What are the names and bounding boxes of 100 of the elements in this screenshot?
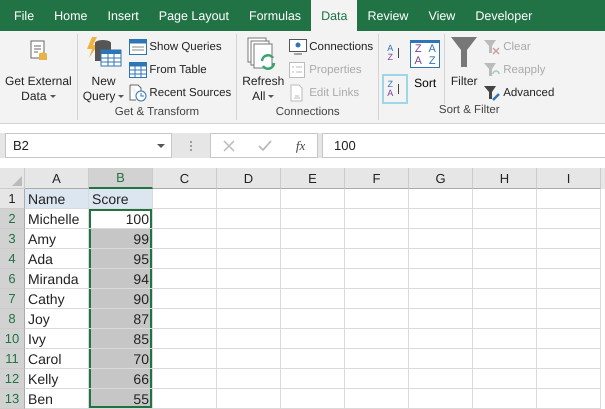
- empty-cell: [537, 209, 601, 229]
- table-cell: 85: [89, 329, 153, 349]
- column-header[interactable]: F: [345, 168, 409, 189]
- column-header[interactable]: I: [537, 168, 601, 189]
- empty-cell: [345, 229, 409, 249]
- ribbon-button[interactable]: Get External Data: [3, 34, 74, 120]
- ribbon-button[interactable]: Refresh All: [240, 34, 286, 106]
- empty-cell: [281, 349, 345, 369]
- table-cell: Score: [89, 189, 153, 209]
- funnel-clear-icon: [483, 38, 502, 54]
- column-header[interactable]: H: [473, 168, 537, 189]
- empty-cell: [473, 189, 537, 209]
- empty-cell: [537, 229, 601, 249]
- check-icon[interactable]: [258, 140, 272, 152]
- ribbon-button[interactable]: Recent Sources: [127, 82, 234, 103]
- formula-input[interactable]: 100: [322, 133, 605, 158]
- ribbon-tab[interactable]: Data: [311, 0, 358, 31]
- empty-cell: [409, 389, 473, 409]
- empty-cell: [409, 269, 473, 289]
- empty-cell: [345, 249, 409, 269]
- empty-cell: [537, 329, 601, 349]
- empty-cell: [217, 349, 281, 369]
- ribbon-button[interactable]: Filter: [448, 34, 480, 104]
- empty-cell: [281, 269, 345, 289]
- group-label: Connections: [274, 106, 341, 120]
- empty-cell: [409, 369, 473, 389]
- ribbon-button[interactable]: Advanced: [481, 82, 556, 103]
- empty-cell: [409, 309, 473, 329]
- name-box[interactable]: B2: [5, 133, 172, 158]
- empty-cell: [537, 369, 601, 389]
- empty-cell: [537, 289, 601, 309]
- empty-cell: [537, 309, 601, 329]
- group-label: Sort & Filter: [438, 104, 501, 118]
- row-header[interactable]: 6: [0, 269, 25, 289]
- ribbon-button[interactable]: From Table: [127, 59, 234, 80]
- empty-cell: [409, 329, 473, 349]
- empty-cell: [409, 289, 473, 309]
- row-header[interactable]: 11: [0, 349, 25, 369]
- empty-cell: [217, 289, 281, 309]
- empty-cell: [345, 289, 409, 309]
- empty-cell: [281, 389, 345, 409]
- row-header[interactable]: 13: [0, 389, 25, 409]
- funnel-pencil-icon: [483, 84, 502, 100]
- empty-cell: [473, 309, 537, 329]
- empty-cell: [281, 329, 345, 349]
- column-header[interactable]: D: [217, 168, 281, 189]
- ribbon-tab[interactable]: Formulas: [238, 0, 312, 31]
- empty-cell: [473, 369, 537, 389]
- row-header[interactable]: 3: [0, 229, 25, 249]
- empty-cell: [537, 269, 601, 289]
- caret-icon: [157, 144, 165, 148]
- ribbon-tab[interactable]: Insert: [98, 0, 149, 31]
- ribbon-tab[interactable]: View: [418, 0, 466, 31]
- column-header[interactable]: G: [409, 168, 473, 189]
- row-header[interactable]: 10: [0, 329, 25, 349]
- ribbon-tab[interactable]: Home: [44, 0, 98, 31]
- ribbon-tab[interactable]: Developer: [465, 0, 542, 31]
- row-header[interactable]: 8: [0, 309, 25, 329]
- row-header[interactable]: 1: [0, 189, 25, 209]
- ribbon-tab[interactable]: Page Layout: [148, 0, 239, 31]
- column-header[interactable]: E: [281, 168, 345, 189]
- empty-cell: [345, 389, 409, 409]
- empty-cell: [473, 209, 537, 229]
- ribbon-tab[interactable]: Review: [357, 0, 418, 31]
- sort-button[interactable]: Z A: [382, 74, 408, 104]
- ribbon-button[interactable]: New Query: [80, 34, 126, 106]
- insert-function-button[interactable]: fx: [296, 138, 306, 154]
- empty-cell: [473, 289, 537, 309]
- group-label: Get & Transform: [114, 106, 200, 120]
- table-cell: 87: [89, 309, 153, 329]
- funnel-refresh-icon: [483, 62, 502, 78]
- empty-cell: [281, 369, 345, 389]
- empty-cell: [345, 269, 409, 289]
- empty-cell: [345, 309, 409, 329]
- ribbon-button[interactable]: Show Queries: [127, 36, 234, 57]
- empty-cell: [473, 249, 537, 269]
- empty-cell: [345, 329, 409, 349]
- table-cell: 66: [89, 369, 153, 389]
- monitor-icon: [289, 38, 308, 54]
- ribbon-button[interactable]: Connections: [287, 36, 376, 57]
- empty-cell: [409, 229, 473, 249]
- table-icon: [129, 62, 148, 78]
- empty-cell: [409, 249, 473, 269]
- column-header[interactable]: B: [89, 168, 153, 189]
- row-header[interactable]: 7: [0, 289, 25, 309]
- sort-button[interactable]: A Z: [382, 38, 408, 68]
- row-header[interactable]: 12: [0, 369, 25, 389]
- ribbon-tab[interactable]: File: [4, 0, 44, 31]
- row-header[interactable]: 2: [0, 209, 25, 229]
- list-icon: [289, 62, 308, 78]
- empty-cell: [537, 349, 601, 369]
- empty-cell: [281, 209, 345, 229]
- row-header[interactable]: 4: [0, 249, 25, 269]
- column-header[interactable]: C: [153, 168, 217, 189]
- empty-cell: [217, 209, 281, 229]
- cancel-icon[interactable]: [222, 140, 235, 152]
- table-cell: 70: [89, 349, 153, 369]
- sort-button[interactable]: Z A A Z Sort: [409, 34, 446, 104]
- empty-cell: [473, 329, 537, 349]
- table-header-icon: [129, 38, 148, 54]
